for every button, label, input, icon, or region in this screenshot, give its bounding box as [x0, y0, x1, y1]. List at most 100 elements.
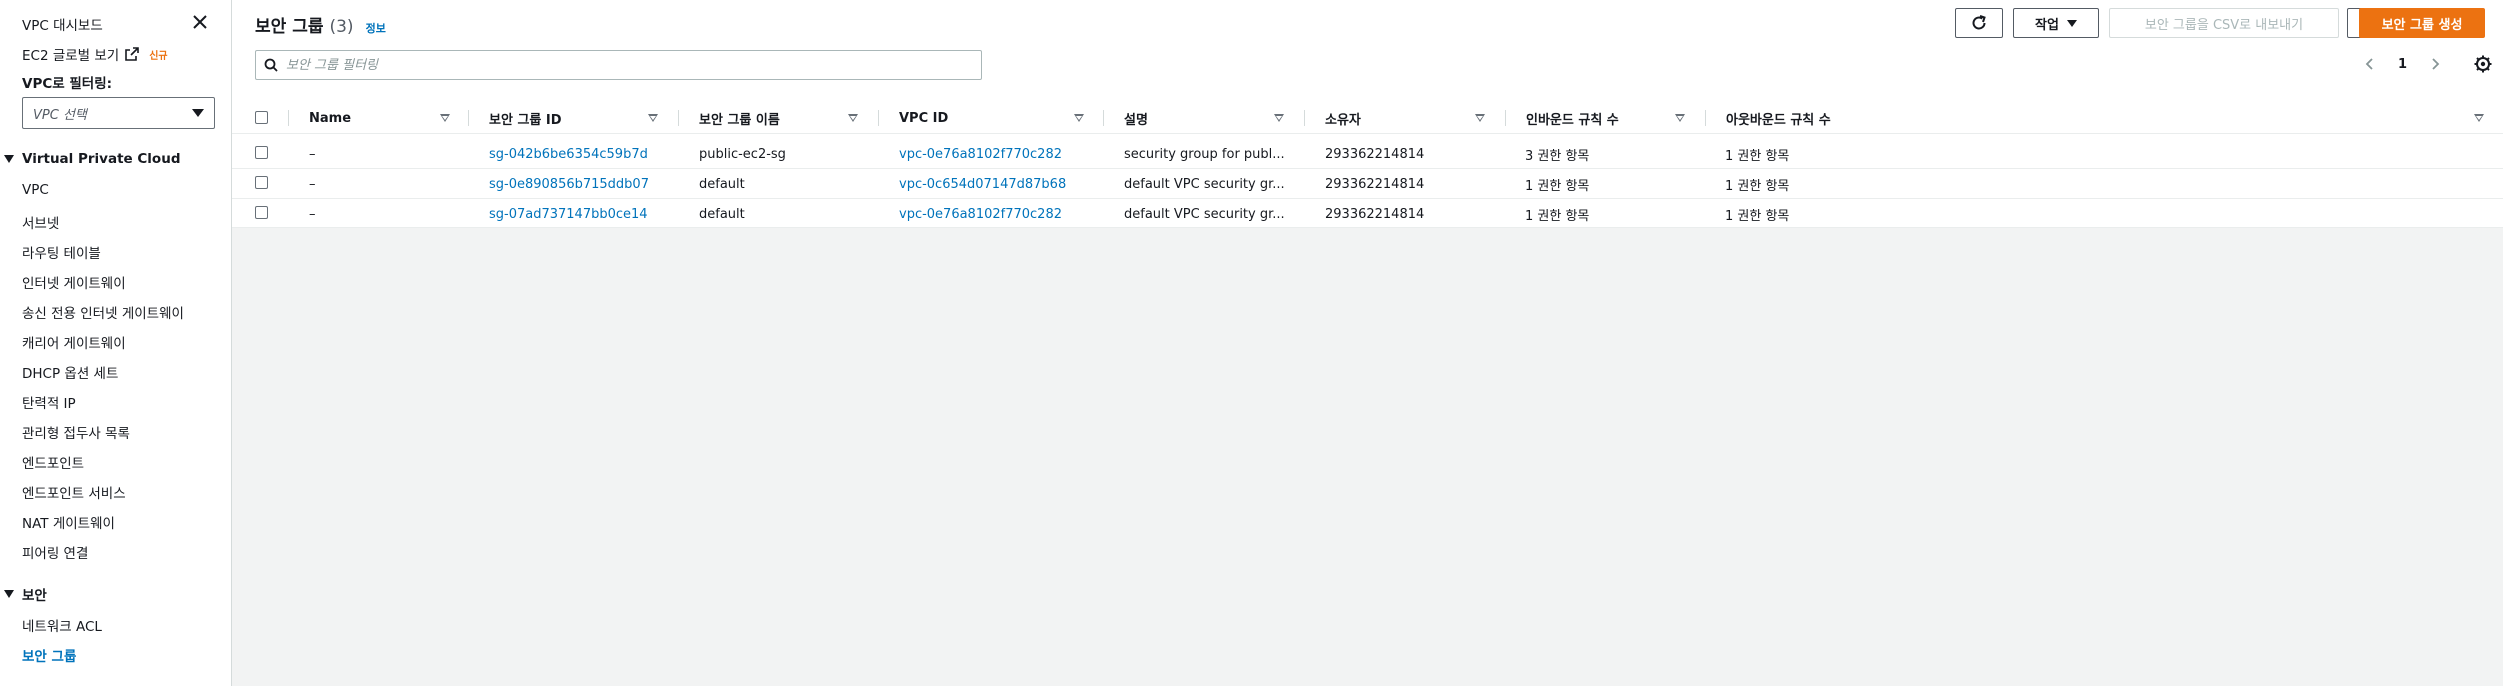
column-header-description[interactable]: 설명: [1112, 102, 1148, 134]
cell-owner: 293362214814: [1325, 206, 1425, 222]
sidebar-item-internet-gateways[interactable]: 인터넷 게이트웨이: [22, 272, 126, 292]
row-checkbox[interactable]: [255, 176, 268, 189]
caret-down-icon: [192, 109, 204, 117]
column-divider: [468, 110, 469, 126]
sidebar-item-route-tables[interactable]: 라우팅 테이블: [22, 242, 101, 262]
table-row[interactable]: – sg-07ad737147bb0ce14 default vpc-0e76a…: [232, 199, 2503, 229]
refresh-button[interactable]: [1955, 8, 2003, 38]
column-header-label: 설명: [1124, 112, 1148, 128]
column-header-label: 보안 그룹 ID: [489, 112, 562, 128]
external-link-icon: [125, 47, 140, 61]
main-content: 보안 그룹 (3) 정보 작업 보안 그룹을 CSV로 내보내기 보안 그룹 생…: [232, 0, 2503, 686]
page-title-text: 보안 그룹: [255, 17, 324, 37]
search-input[interactable]: [286, 57, 966, 73]
sidebar-item-endpoint-services[interactable]: 엔드포인트 서비스: [22, 482, 126, 502]
sort-icon[interactable]: [1675, 114, 1685, 122]
column-header-outbound-rules[interactable]: 아웃바운드 규칙 수: [1714, 102, 1831, 134]
column-header-name[interactable]: Name: [297, 102, 351, 134]
column-header-sg-name[interactable]: 보안 그룹 이름: [687, 102, 780, 134]
sidebar-item-egress-only-igw[interactable]: 송신 전용 인터넷 게이트웨이: [22, 302, 184, 322]
sidebar-item-security-groups[interactable]: 보안 그룹: [22, 645, 76, 665]
sort-icon[interactable]: [1274, 114, 1284, 122]
info-link[interactable]: 정보: [366, 20, 386, 36]
sidebar-item-carrier-gateways[interactable]: 캐리어 게이트웨이: [22, 332, 126, 352]
cell-vpc-id-link[interactable]: vpc-0c654d07147d87b68: [899, 169, 1066, 199]
cell-name: –: [309, 206, 316, 222]
sidebar-item-network-acls[interactable]: 네트워크 ACL: [22, 615, 102, 635]
cell-inbound-rules: 1 권한 항목: [1525, 178, 1590, 194]
cell-sg-name: public-ec2-sg: [699, 146, 786, 162]
actions-button[interactable]: 작업: [2013, 8, 2099, 38]
row-checkbox[interactable]: [255, 206, 268, 219]
pagination: 1: [2362, 56, 2443, 72]
cell-outbound-rules: 1 권한 항목: [1725, 208, 1790, 224]
sort-icon[interactable]: [848, 114, 858, 122]
row-checkbox[interactable]: [255, 146, 268, 159]
column-header-label: 소유자: [1325, 112, 1361, 128]
search-bar: [255, 50, 982, 80]
column-header-owner[interactable]: 소유자: [1313, 102, 1361, 134]
new-badge: 신규: [149, 50, 168, 62]
sort-icon[interactable]: [2474, 114, 2484, 122]
table-header: Name 보안 그룹 ID 보안 그룹 이름 VPC ID 설명 소유자 인바운…: [232, 102, 2503, 134]
cell-inbound-rules: 3 권한 항목: [1525, 148, 1590, 164]
sort-icon[interactable]: [648, 114, 658, 122]
sidebar-item-dhcp-option-sets[interactable]: DHCP 옵션 세트: [22, 362, 118, 382]
vpc-select-placeholder: VPC 선택: [33, 107, 87, 123]
column-header-vpc-id[interactable]: VPC ID: [887, 102, 948, 134]
column-divider: [678, 110, 679, 126]
vpc-filter-label: VPC로 필터링:: [22, 76, 113, 92]
column-divider: [1304, 110, 1305, 126]
column-header-label: 인바운드 규칙 수: [1526, 112, 1619, 128]
export-csv-label: 보안 그룹을 CSV로 내보내기: [2144, 17, 2304, 33]
cell-sg-id-link[interactable]: sg-042b6be6354c59b7d: [489, 139, 648, 169]
close-icon[interactable]: [190, 12, 210, 32]
page-title: 보안 그룹 (3) 정보: [255, 12, 386, 37]
chevron-right-icon[interactable]: [2427, 56, 2443, 72]
create-security-group-button[interactable]: 보안 그룹 생성: [2359, 8, 2485, 38]
cell-sg-id-link[interactable]: sg-07ad737147bb0ce14: [489, 199, 648, 229]
sidebar-item-subnets[interactable]: 서브넷: [22, 212, 59, 232]
column-header-inbound-rules[interactable]: 인바운드 규칙 수: [1514, 102, 1619, 134]
section-security-toggle[interactable]: 보안: [4, 584, 47, 604]
sidebar-item-vpc[interactable]: VPC: [22, 182, 49, 198]
sidebar-item-nat-gateways[interactable]: NAT 게이트웨이: [22, 512, 115, 532]
sidebar-item-managed-prefix-lists[interactable]: 관리형 접두사 목록: [22, 422, 130, 442]
cell-name: –: [309, 176, 316, 192]
sidebar-item-endpoints[interactable]: 엔드포인트: [22, 452, 84, 472]
section-vpc-toggle[interactable]: Virtual Private Cloud: [4, 151, 180, 167]
cell-description: default VPC security gr...: [1124, 206, 1285, 222]
section-security-label: 보안: [22, 588, 47, 604]
vpc-select[interactable]: VPC 선택: [22, 97, 215, 129]
sort-icon[interactable]: [1475, 114, 1485, 122]
settings-gear-icon[interactable]: [2473, 54, 2493, 74]
export-csv-button[interactable]: 보안 그룹을 CSV로 내보내기: [2109, 8, 2339, 38]
column-header-label: Name: [309, 110, 352, 126]
column-header-sg-id[interactable]: 보안 그룹 ID: [477, 102, 562, 134]
refresh-icon: [1972, 15, 1986, 30]
cell-vpc-id-link[interactable]: vpc-0e76a8102f770c282: [899, 199, 1062, 229]
sidebar-item-peering-connections[interactable]: 피어링 연결: [22, 542, 88, 562]
table-row[interactable]: – sg-042b6be6354c59b7d public-ec2-sg vpc…: [232, 139, 2503, 169]
cell-name: –: [309, 146, 316, 162]
item-count: (3): [329, 17, 354, 37]
sidebar-title[interactable]: VPC 대시보드: [22, 14, 103, 34]
select-all-checkbox[interactable]: [255, 111, 268, 124]
cell-sg-id-link[interactable]: sg-0e890856b715ddb07: [489, 169, 649, 199]
cell-sg-name: default: [699, 206, 745, 222]
sort-icon[interactable]: [1074, 114, 1084, 122]
cell-outbound-rules: 1 권한 항목: [1725, 178, 1790, 194]
section-vpc-label: Virtual Private Cloud: [22, 151, 181, 167]
cell-vpc-id-link[interactable]: vpc-0e76a8102f770c282: [899, 139, 1062, 169]
cell-description: security group for publ...: [1124, 146, 1285, 162]
sidebar-ec2-global-link[interactable]: EC2 글로벌 보기 신규: [22, 44, 168, 64]
table-row[interactable]: – sg-0e890856b715ddb07 default vpc-0c654…: [232, 169, 2503, 199]
caret-down-icon: [2066, 19, 2077, 27]
cell-description: default VPC security gr...: [1124, 176, 1285, 192]
sidebar-item-elastic-ips[interactable]: 탄력적 IP: [22, 392, 76, 412]
cell-sg-name: default: [699, 176, 745, 192]
security-groups-panel: 보안 그룹 (3) 정보 작업 보안 그룹을 CSV로 내보내기 보안 그룹 생…: [232, 0, 2503, 228]
chevron-left-icon[interactable]: [2362, 56, 2378, 72]
current-page[interactable]: 1: [2398, 57, 2407, 72]
sort-icon[interactable]: [440, 114, 450, 122]
